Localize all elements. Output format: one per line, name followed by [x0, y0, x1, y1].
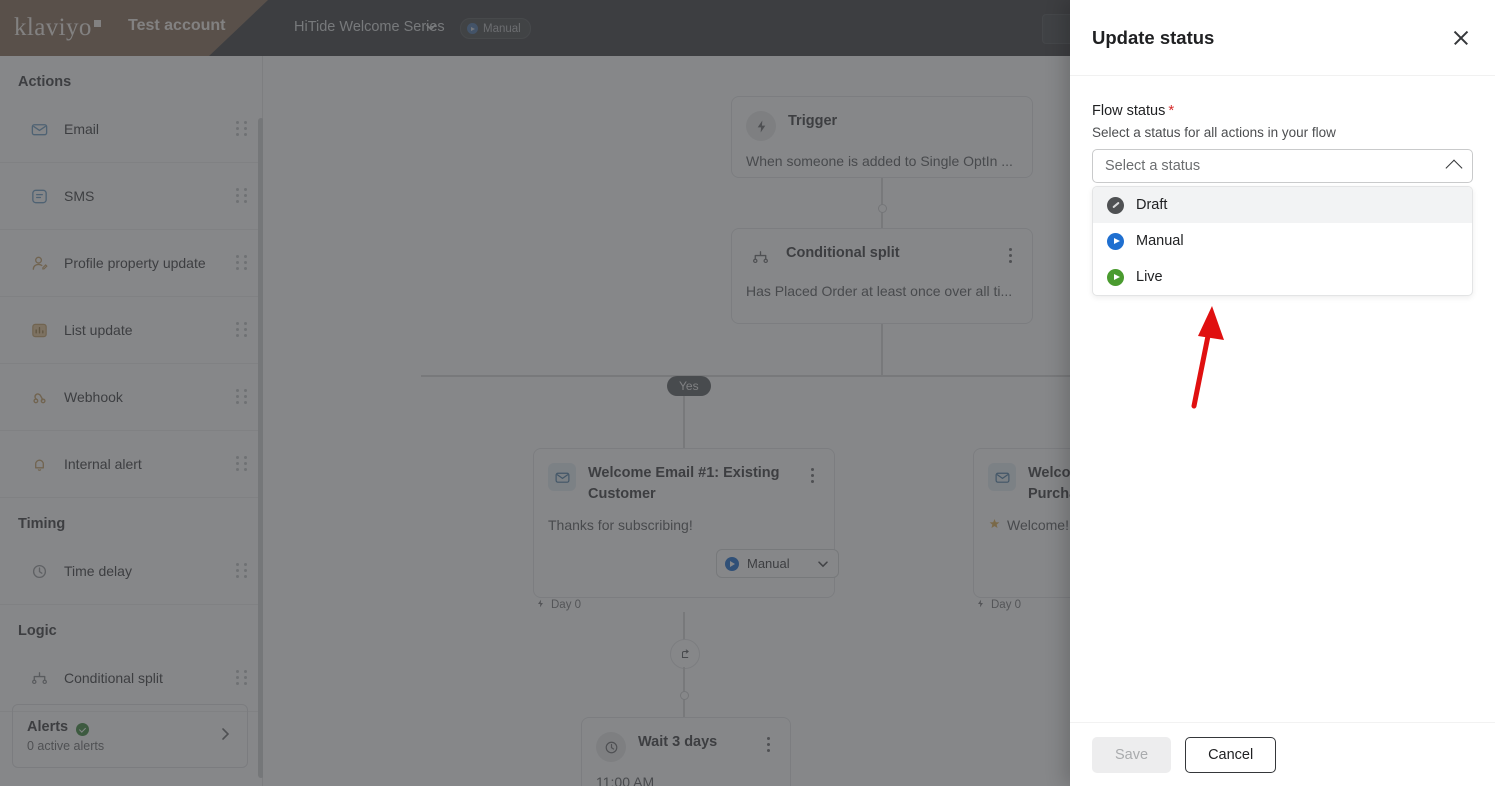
required-marker: * [1168, 102, 1174, 119]
flow-status-select-value: Select a status [1105, 158, 1448, 174]
option-label: Manual [1136, 233, 1184, 249]
live-circle-icon [1107, 269, 1124, 286]
modal-body: Flow status* Select a status for all act… [1070, 76, 1495, 296]
modal-scrim[interactable] [0, 0, 1070, 786]
flow-status-option-list[interactable]: Draft Manual Live [1092, 186, 1473, 296]
flow-status-label-row: Flow status* [1092, 102, 1473, 120]
option-draft[interactable]: Draft [1093, 187, 1472, 223]
draft-circle-icon [1107, 197, 1124, 214]
modal-footer: Save Cancel [1070, 722, 1495, 786]
cancel-button[interactable]: Cancel [1185, 737, 1276, 773]
flow-status-select[interactable]: Select a status [1092, 149, 1473, 183]
save-button[interactable]: Save [1092, 737, 1171, 773]
modal-header: Update status [1070, 0, 1495, 76]
option-live[interactable]: Live [1093, 259, 1472, 295]
flow-status-label: Flow status [1092, 103, 1165, 119]
modal-title: Update status [1092, 27, 1449, 49]
option-label: Draft [1136, 197, 1167, 213]
chevron-up-icon[interactable] [1446, 160, 1463, 177]
option-label: Live [1136, 269, 1163, 285]
update-status-modal: Update status Flow status* Select a stat… [1070, 0, 1495, 786]
option-manual[interactable]: Manual [1093, 223, 1472, 259]
close-icon[interactable] [1449, 26, 1473, 50]
flow-status-help-text: Select a status for all actions in your … [1092, 125, 1473, 140]
manual-circle-icon [1107, 233, 1124, 250]
